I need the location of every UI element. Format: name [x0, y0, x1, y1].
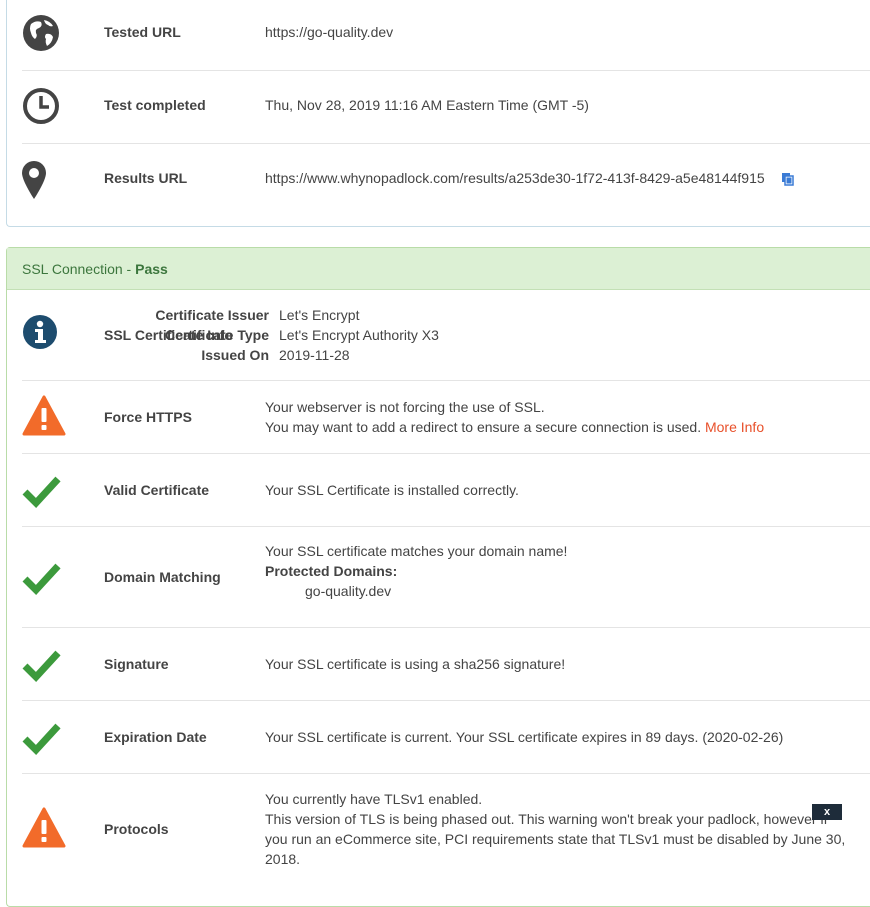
- cert-issuer-key: Certificate Issuer: [155, 307, 269, 323]
- checkmark-icon: [22, 723, 61, 756]
- protocols-row: Protocols You currently have TLSv1 enabl…: [22, 774, 870, 884]
- cert-issued-value: 2019-11-28: [279, 347, 350, 363]
- protocols-line1: You currently have TLSv1 enabled.: [265, 791, 483, 807]
- clock-icon: [23, 88, 59, 124]
- protocols-line3: you run an eCommerce site, PCI requireme…: [265, 831, 846, 847]
- domain-matching-row: Domain Matching Your SSL certificate mat…: [22, 527, 870, 628]
- valid-certificate-text: Your SSL Certificate is installed correc…: [265, 482, 519, 498]
- force-https-line2: You may want to add a redirect to ensure…: [265, 419, 702, 435]
- results-url-row: Results URL https://www.whynopadlock.com…: [22, 144, 870, 217]
- checkmark-icon: [22, 650, 61, 683]
- signature-label: Signature: [104, 656, 169, 672]
- more-info-link[interactable]: More Info: [705, 419, 764, 435]
- protected-domains-label: Protected Domains:: [265, 563, 398, 579]
- test-completed-value: Thu, Nov 28, 2019 11:16 AM Eastern Time …: [265, 97, 589, 113]
- results-url-label: Results URL: [104, 170, 188, 186]
- protocols-label: Protocols: [104, 821, 169, 837]
- tested-url-row: Tested URL https://go-quality.dev: [22, 0, 870, 71]
- domain-matching-line1: Your SSL certificate matches your domain…: [265, 543, 568, 559]
- expiration-date-text: Your SSL certificate is current. Your SS…: [265, 729, 784, 745]
- expiration-date-row: Expiration Date Your SSL certificate is …: [22, 701, 870, 774]
- cert-issuer: Certificate Issuer Let's Encrypt: [149, 305, 360, 325]
- force-https-line1: Your webserver is not forcing the use of…: [265, 399, 545, 415]
- expiration-date-label: Expiration Date: [104, 729, 207, 745]
- cert-issued-on: Issued On 2019-11-28: [149, 345, 350, 365]
- ssl-connection-panel: SSL Connection - Pass SSL Certificate In…: [6, 247, 870, 907]
- copy-icon[interactable]: [781, 172, 795, 187]
- cert-issuer-value: Let's Encrypt: [279, 307, 360, 323]
- domain-matching-label: Domain Matching: [104, 569, 221, 585]
- protocols-line2: This version of TLS is being phased out.…: [265, 811, 828, 827]
- checkmark-icon: [22, 476, 61, 509]
- protocols-text: You currently have TLSv1 enabled. This v…: [265, 789, 870, 869]
- cert-type: Certificate Type Let's Encrypt Authority …: [149, 325, 439, 345]
- test-completed-row: Test completed Thu, Nov 28, 2019 11:16 A…: [22, 71, 870, 144]
- force-https-row: Force HTTPS Your webserver is not forcin…: [22, 381, 870, 454]
- signature-text: Your SSL certificate is using a sha256 s…: [265, 656, 566, 672]
- force-https-label: Force HTTPS: [104, 409, 192, 425]
- close-popup-button[interactable]: x: [812, 804, 842, 820]
- domain-matching-text: Your SSL certificate matches your domain…: [265, 541, 567, 601]
- force-https-text: Your webserver is not forcing the use of…: [265, 397, 764, 437]
- valid-certificate-label: Valid Certificate: [104, 482, 210, 498]
- cert-issued-key: Issued On: [201, 347, 269, 363]
- signature-row: Signature Your SSL certificate is using …: [22, 628, 870, 701]
- ssl-cert-info-row: SSL Certificate Info Certificate Issuer L…: [22, 290, 870, 381]
- valid-certificate-row: Valid Certificate Your SSL Certificate i…: [22, 454, 870, 527]
- tested-url-label: Tested URL: [104, 24, 181, 40]
- globe-icon: [23, 15, 59, 51]
- cert-type-key: Certificate Type: [165, 327, 269, 343]
- checkmark-icon: [22, 563, 61, 596]
- map-pin-icon: [22, 161, 46, 199]
- tested-url-value: https://go-quality.dev: [265, 24, 394, 40]
- results-url-link[interactable]: https://www.whynopadlock.com/results/a25…: [265, 170, 765, 186]
- ssl-status-pass: Pass: [135, 261, 168, 277]
- protected-domain: go-quality.dev: [305, 583, 392, 599]
- cert-type-value: Let's Encrypt Authority X3: [279, 327, 439, 343]
- warning-icon: [22, 395, 66, 436]
- ssl-connection-header: SSL Connection - Pass: [7, 248, 870, 290]
- test-completed-label: Test completed: [104, 97, 206, 113]
- info-icon: [23, 315, 57, 349]
- protocols-line4: 2018.: [265, 851, 301, 867]
- test-overview-panel: Tested URL https://go-quality.dev Test c…: [6, 0, 870, 227]
- results-url-value: https://www.whynopadlock.com/results/a25…: [265, 168, 795, 188]
- ssl-header-prefix: SSL Connection -: [22, 261, 136, 277]
- warning-icon: [22, 807, 66, 848]
